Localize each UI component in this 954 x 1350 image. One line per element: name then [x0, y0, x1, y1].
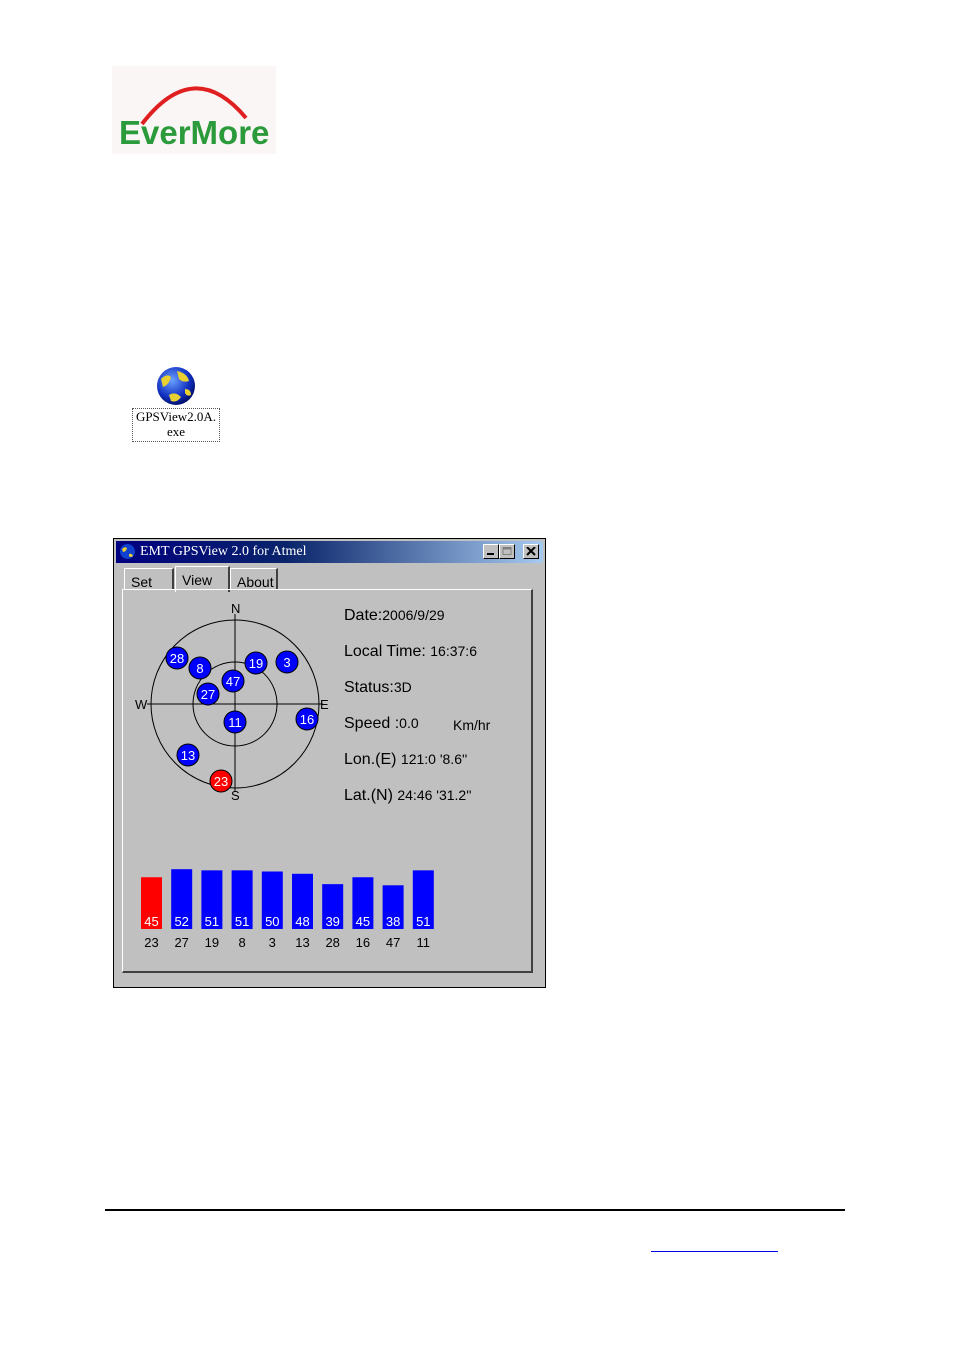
speed-unit: Km/hr [453, 717, 491, 733]
footer-link-underline[interactable] [651, 1251, 778, 1252]
desktop-icon-label: GPSView2.0A. exe [132, 408, 220, 442]
signal-value-label: 51 [205, 914, 219, 929]
satellite-prn-label: 19 [205, 935, 219, 950]
satellite-id-label: 3 [283, 655, 290, 670]
time-row: Local Time: 16:37:6 [344, 643, 477, 661]
date-label: Date: [344, 607, 383, 624]
signal-value-label: 38 [386, 914, 400, 929]
signal-value-label: 48 [295, 914, 309, 929]
lon-value: 121:0 '8.6'' [400, 751, 468, 767]
tab-set[interactable]: Set [124, 568, 174, 590]
time-label: Local Time: [344, 643, 426, 660]
speed-label: Speed : [344, 715, 400, 732]
status-value: 3D [393, 679, 412, 695]
tab-set-label: Set [131, 574, 153, 590]
satellite-prn-label: 8 [238, 935, 245, 950]
signal-bar-chart: 45 23 52 27 51 19 51 8 50 3 48 13 39 28 45 16 38 47 51 11 [141, 869, 434, 950]
signal-value-label: 45 [356, 914, 370, 929]
tab-about-label: About [237, 574, 274, 590]
tab-view-label: View [182, 572, 213, 588]
satellite-prn-label: 16 [356, 935, 370, 950]
window-title: EMT GPSView 2.0 for Atmel [140, 544, 307, 559]
minimize-icon [487, 553, 494, 555]
logo-arc: EverMore [119, 86, 269, 151]
satellite-id-label: 8 [196, 661, 203, 676]
satellite-prn-label: 13 [295, 935, 309, 950]
footer-rule [105, 1209, 845, 1211]
satellite-prn-label: 3 [269, 935, 276, 950]
signal-value-label: 39 [325, 914, 339, 929]
satellite-id-label: 16 [300, 712, 314, 727]
gpsview-window: EMT GPSView 2.0 for Atmel Set View About… [113, 538, 546, 988]
maximize-icon [502, 547, 512, 555]
lat-value: 24:46 '31.2'' [397, 787, 472, 803]
satellite-id-label: 11 [228, 715, 242, 730]
globe-icon [157, 367, 195, 405]
satellite-prn-label: 23 [144, 935, 158, 950]
close-button[interactable] [523, 544, 539, 559]
satellite-prn-label: 28 [325, 935, 339, 950]
app-globe-icon [120, 544, 135, 559]
lon-row: Lon.(E) 121:0 '8.6'' [344, 751, 467, 769]
speed-row: Speed :0.0 Km/hr [344, 715, 490, 733]
satellite-id-label: 23 [214, 774, 228, 789]
satellite-id-label: 13 [181, 748, 195, 763]
signal-value-label: 50 [265, 914, 279, 929]
lat-label: Lat.(N) [344, 787, 393, 804]
north-label: N [231, 602, 240, 616]
time-value: 16:37:6 [430, 643, 477, 659]
satellite-prn-label: 47 [386, 935, 400, 950]
desktop-icon-label-line2: exe [166, 424, 186, 439]
logo-text: EverMore [119, 114, 269, 151]
sky-plot: N S E W 28 8 19 3 47 27 11 16 13 23 [135, 602, 329, 802]
satellite-id-label: 47 [226, 674, 240, 689]
gpsview-desktop-icon[interactable]: GPSView2.0A. exe [130, 362, 222, 444]
satellite-prn-label: 11 [417, 935, 431, 950]
signal-value-label: 52 [174, 914, 188, 929]
satellite-id-label: 27 [201, 687, 215, 702]
signal-value-label: 51 [235, 914, 249, 929]
title-bar[interactable]: EMT GPSView 2.0 for Atmel [116, 541, 543, 563]
signal-value-label: 45 [144, 914, 158, 929]
satellite-prn-label: 27 [174, 935, 188, 950]
lat-row: Lat.(N) 24:46 '31.2'' [344, 787, 472, 805]
evermore-logo: EverMore [112, 66, 276, 154]
minimize-button[interactable] [483, 544, 499, 559]
speed-value: 0.0 [399, 715, 419, 731]
west-label: W [135, 697, 148, 712]
satellite-id-label: 19 [249, 656, 263, 671]
south-label: S [231, 788, 240, 802]
desktop-icon-label-line1: GPSView2.0A. [135, 409, 217, 424]
lon-label: Lon.(E) [344, 751, 397, 768]
close-icon [526, 547, 536, 556]
east-label: E [320, 697, 329, 712]
date-value: 2006/9/29 [382, 607, 445, 623]
date-row: Date:2006/9/29 [344, 607, 445, 625]
status-row: Status:3D [344, 679, 412, 697]
satellite-id-label: 28 [170, 651, 184, 666]
signal-value-label: 51 [416, 914, 430, 929]
tab-about[interactable]: About [230, 568, 278, 590]
maximize-button[interactable] [499, 544, 515, 559]
status-label: Status: [344, 679, 394, 696]
